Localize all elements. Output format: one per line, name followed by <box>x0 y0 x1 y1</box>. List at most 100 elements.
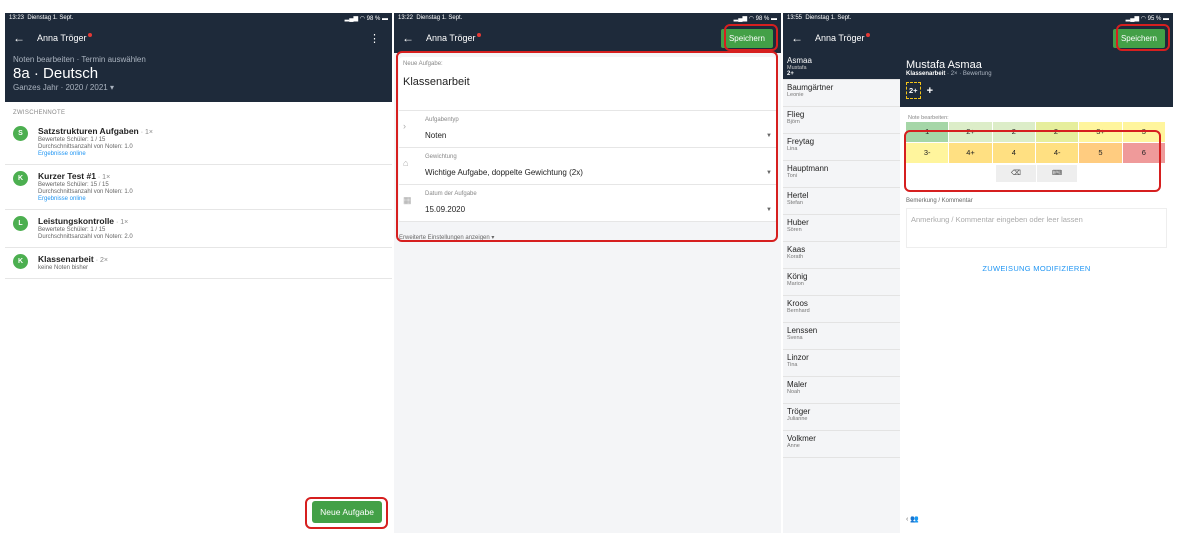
year-selector[interactable]: Ganzes Jahr · 2020 / 2021 ▾ <box>13 83 384 92</box>
back-arrow-icon[interactable]: ← <box>791 31 803 45</box>
student-item[interactable]: Kaas Korath <box>783 242 900 269</box>
student-first-name: Julianne <box>787 416 808 422</box>
student-item[interactable]: Volkmer Anne <box>783 431 900 458</box>
panel-grading: 13:55 Dienstag 1. Sept. ▂▄▆ ◠ 95 % ▬ ← A… <box>783 13 1173 533</box>
battery-indicator: ▂▄▆ ◠ 98 % ▬ <box>733 15 777 22</box>
task-meta: · 2× · Bewertung <box>945 71 992 77</box>
status-bar: 13:55 Dienstag 1. Sept. ▂▄▆ ◠ 95 % ▬ <box>783 13 1173 23</box>
task-stat: Durchschnittsanzahl von Noten: 1.0 <box>38 189 133 195</box>
more-menu-icon[interactable]: ⋮ <box>365 32 384 45</box>
student-last-name: König <box>787 272 808 281</box>
task-count: · 1× <box>138 129 153 136</box>
highlight-frame <box>904 130 1161 192</box>
task-stat: Bewertete Schüler: 15 / 15 <box>38 182 109 188</box>
task-list-item[interactable]: S Satzstrukturen Aufgaben · 1× Bewertete S… <box>5 120 392 165</box>
status-bar: 13:22 Dienstag 1. Sept. ▂▄▆ ◠ 98 % ▬ <box>394 13 781 23</box>
app-header: ← Anna Tröger Speichern <box>783 23 1173 53</box>
results-link[interactable]: Ergebnisse online <box>38 151 153 157</box>
student-last-name: Hauptmann <box>787 164 829 173</box>
notification-dot <box>476 33 481 37</box>
task-list-item[interactable]: L Leistungskontrolle · 1× Bewertete Schüle… <box>5 210 392 248</box>
add-grade-icon[interactable]: + <box>927 85 933 97</box>
task-title: Leistungskontrolle · 1× <box>38 216 133 226</box>
student-item[interactable]: Flieg Björn <box>783 107 900 134</box>
results-link[interactable]: Ergebnisse online <box>38 196 133 202</box>
student-item[interactable]: Tröger Julianne <box>783 404 900 431</box>
grade-chip[interactable]: 2+ <box>906 82 921 99</box>
grade-label: Note bearbeiten: <box>908 115 949 121</box>
task-avatar: K <box>13 171 28 186</box>
battery-indicator: ▂▄▆ ◠ 98 % ▬ <box>344 15 388 22</box>
student-last-name: Huber <box>787 218 809 227</box>
student-first-name: Stefan <box>787 200 803 206</box>
student-first-name: Svena <box>787 335 803 341</box>
grade-editor: Mustafa Asmaa Klassenarbeit · 2× · Bewer… <box>900 53 1173 533</box>
back-arrow-icon[interactable]: ← <box>402 31 414 45</box>
student-first-name: Leonie <box>787 92 804 98</box>
student-grade: 2+ <box>787 71 794 77</box>
task-list-item[interactable]: K Kurzer Test #1 · 1× Bewertete Schüler: 1… <box>5 165 392 210</box>
user-name: Anna Tröger <box>37 33 87 43</box>
status-date: Dienstag 1. Sept. <box>805 15 852 21</box>
student-first-name: Lina <box>787 146 798 152</box>
student-first-name: Marion <box>787 281 804 287</box>
highlight-frame <box>724 24 778 51</box>
task-stat: Durchschnittsanzahl von Noten: 1.0 <box>38 144 133 150</box>
task-title: Kurzer Test #1 · 1× <box>38 171 133 181</box>
task-name: Klassenarbeit <box>906 71 946 77</box>
notification-dot <box>87 33 92 37</box>
student-last-name: Lenssen <box>787 326 818 335</box>
status-time: 13:23 <box>9 15 25 21</box>
task-title: Satzstrukturen Aufgaben · 1× <box>38 126 153 136</box>
status-date: Dienstag 1. Sept. <box>27 15 74 21</box>
user-name: Anna Tröger <box>426 33 476 43</box>
user-name: Anna Tröger <box>815 33 865 43</box>
student-last-name: Linzor <box>787 353 809 362</box>
task-avatar: S <box>13 126 28 141</box>
student-item[interactable]: Linzor Tina <box>783 350 900 377</box>
status-time: 13:55 <box>787 15 803 21</box>
student-item[interactable]: Hertel Stefan <box>783 188 900 215</box>
panel-new-task: 13:22 Dienstag 1. Sept. ▂▄▆ ◠ 98 % ▬ ← A… <box>394 13 781 533</box>
student-item[interactable]: Baumgärtner Leonie <box>783 80 900 107</box>
student-last-name: Baumgärtner <box>787 83 834 92</box>
modify-assignment-link[interactable]: ZUWEISUNG MODIFIZIEREN <box>900 264 1173 273</box>
student-first-name: Björn <box>787 119 800 125</box>
student-last-name: Maler <box>787 380 808 389</box>
user-name-wrap: Anna Tröger <box>37 33 365 43</box>
student-item[interactable]: Freytag Lina <box>783 134 900 161</box>
breadcrumb: Noten bearbeiten · Termin auswählen <box>13 55 146 64</box>
task-title-text: Leistungskontrolle <box>38 216 115 226</box>
student-item[interactable]: Asmaa Mustafa 2+ <box>783 53 900 80</box>
student-last-name: Kroos <box>787 299 808 308</box>
student-item[interactable]: Lenssen Svena <box>783 323 900 350</box>
task-title-text: Klassenarbeit <box>38 254 94 264</box>
student-first-name: Sören <box>787 227 802 233</box>
task-list-item[interactable]: K Klassenarbeit · 2× keine Noten bisher <box>5 248 392 279</box>
notification-dot <box>865 33 870 37</box>
user-name-wrap: Anna Tröger <box>426 33 481 43</box>
student-item[interactable]: Maler Noah <box>783 377 900 404</box>
task-title-text: Kurzer Test #1 <box>38 171 96 181</box>
section-label: ZWISCHENNOTE <box>13 110 66 116</box>
task-title-text: Satzstrukturen Aufgaben <box>38 126 139 136</box>
status-bar: 13:23 Dienstag 1. Sept. ▂▄▆ ◠ 98 % ▬ <box>5 13 392 23</box>
student-last-name: Flieg <box>787 110 805 119</box>
student-item[interactable]: Kroos Bernhard <box>783 296 900 323</box>
status-date: Dienstag 1. Sept. <box>416 15 463 21</box>
status-time: 13:22 <box>398 15 414 21</box>
task-title: Klassenarbeit · 2× <box>38 254 108 264</box>
highlight-frame <box>305 497 388 529</box>
battery-level: 98 % <box>366 15 381 22</box>
battery-indicator: ▂▄▆ ◠ 95 % ▬ <box>1125 15 1169 22</box>
task-stat: Bewertete Schüler: 1 / 15 <box>38 227 106 233</box>
group-nav-icon[interactable]: ‹ 👥 <box>906 515 919 523</box>
battery-level: 95 % <box>1147 15 1162 22</box>
task-stat: keine Noten bisher <box>38 265 89 271</box>
student-last-name: Hertel <box>787 191 809 200</box>
back-arrow-icon[interactable]: ← <box>13 31 25 45</box>
comment-input[interactable]: Anmerkung / Kommentar eingeben oder leer… <box>906 208 1167 248</box>
student-item[interactable]: Hauptmann Toni <box>783 161 900 188</box>
student-item[interactable]: Huber Sören <box>783 215 900 242</box>
student-item[interactable]: König Marion <box>783 269 900 296</box>
